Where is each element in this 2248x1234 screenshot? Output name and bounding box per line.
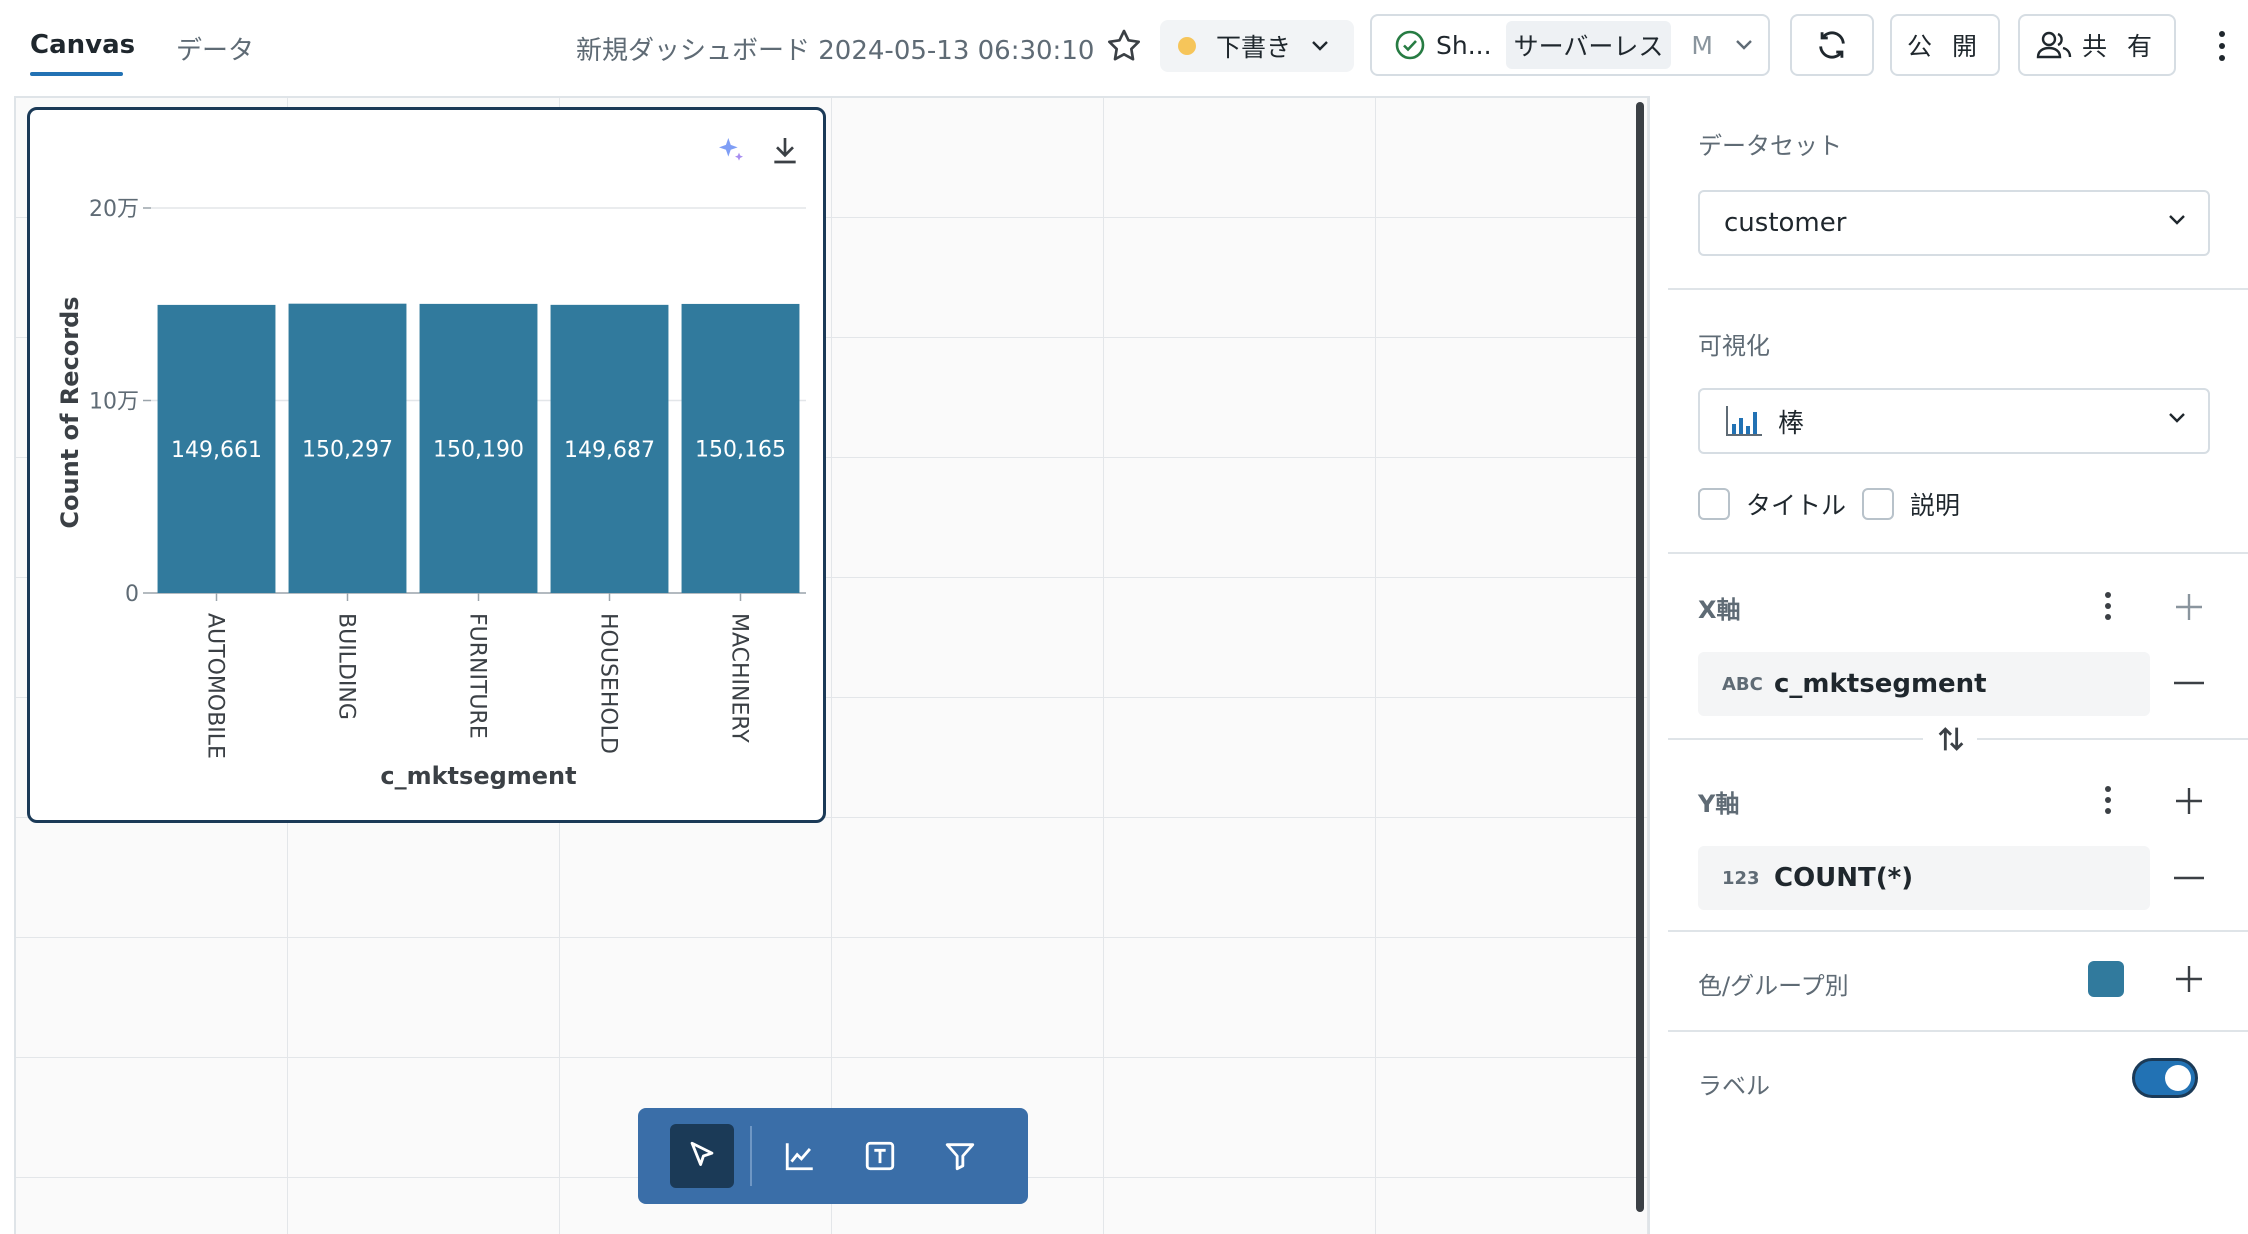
x-axis-field-name: c_mktsegment — [1774, 669, 1987, 699]
users-icon — [2036, 31, 2072, 59]
chevron-down-icon — [2169, 215, 2185, 225]
draft-status-label: 下書き — [1216, 33, 1292, 62]
label-toggle-label: ラベル — [1698, 1072, 1770, 1100]
checkbox-box[interactable] — [1862, 488, 1894, 520]
publish-button[interactable]: 公 開 — [1890, 14, 2000, 76]
description-checkbox-label: 説明 — [1910, 491, 1961, 520]
y-axis-field-name: COUNT(*) — [1774, 863, 1914, 893]
add-x-field-icon[interactable] — [2174, 592, 2204, 622]
cursor-icon — [690, 1141, 714, 1166]
share-label: 共 有 — [2082, 32, 2158, 61]
bar-chart: 0 10万 20万 149,661 AUTOMOBILE 150,297 BUILDING 1… — [56, 197, 806, 790]
canvas-toolbar — [638, 1108, 1028, 1204]
select-tool-button[interactable] — [670, 1124, 734, 1188]
more-options-icon[interactable] — [2212, 28, 2232, 64]
add-y-field-icon[interactable] — [2174, 786, 2204, 816]
bar-data-label: 149,687 — [564, 438, 655, 463]
checkbox-box[interactable] — [1698, 488, 1730, 520]
add-color-group-icon[interactable] — [2174, 964, 2204, 994]
dataset-label: データセット — [1698, 132, 1842, 160]
top-bar: Canvas データ 新規ダッシュボード 2024-05-13 06:30:10… — [0, 0, 2248, 94]
toolbar-separator — [750, 1126, 752, 1186]
remove-x-field-icon[interactable] — [2174, 681, 2204, 685]
compute-selector[interactable]: Sh... サーバーレス M — [1370, 14, 1770, 76]
add-filter-button[interactable] — [928, 1124, 992, 1188]
tab-canvas[interactable]: Canvas — [30, 30, 135, 60]
y-axis-field[interactable]: 123 COUNT(*) — [1698, 846, 2150, 910]
title-checkbox[interactable]: タイトル — [1698, 486, 1846, 522]
y-axis-label: Y軸 — [1698, 790, 1740, 818]
tab-data[interactable]: データ — [176, 30, 254, 67]
filter-icon — [945, 1143, 975, 1171]
toggle-knob — [2165, 1065, 2191, 1091]
bar-data-label: 150,297 — [302, 437, 393, 462]
compute-name: Sh... — [1436, 30, 1492, 60]
star-icon[interactable] — [1104, 26, 1144, 66]
divider — [1668, 288, 2248, 290]
x-tick-label: BUILDING — [334, 613, 359, 720]
number-type-icon: 123 — [1722, 867, 1760, 889]
draft-status-dropdown[interactable]: 下書き — [1160, 20, 1354, 72]
check-circle-icon — [1395, 30, 1425, 60]
y-tick-label: 10万 — [89, 390, 139, 415]
chevron-down-icon — [2169, 413, 2185, 423]
title-checkbox-label: タイトル — [1746, 491, 1847, 520]
dashboard-title[interactable]: 新規ダッシュボード 2024-05-13 06:30:10 — [576, 30, 1094, 67]
y-axis-more-icon[interactable] — [2102, 784, 2114, 816]
x-axis-title: c_mktsegment — [380, 762, 576, 790]
divider — [1668, 930, 2248, 932]
bar-chart-icon — [1726, 406, 1762, 436]
text-box-icon — [865, 1141, 895, 1171]
divider — [1668, 738, 1923, 740]
x-axis-label: X軸 — [1698, 596, 1741, 624]
line-chart-icon — [785, 1143, 813, 1171]
text-type-icon: ABC — [1722, 673, 1763, 695]
color-group-label: 色/グループ別 — [1698, 972, 1849, 1000]
canvas-scrollbar[interactable] — [1636, 102, 1644, 1212]
divider — [1668, 1030, 2248, 1032]
dataset-value: customer — [1724, 208, 1847, 238]
x-axis-field[interactable]: ABC c_mktsegment — [1698, 652, 2150, 716]
dataset-select[interactable]: customer — [1698, 190, 2210, 256]
active-tab-indicator — [30, 72, 123, 76]
x-axis-more-icon[interactable] — [2102, 590, 2114, 622]
share-button[interactable]: 共 有 — [2018, 14, 2176, 76]
y-axis-title: Count of Records — [56, 296, 84, 528]
bar-data-label: 149,661 — [171, 438, 262, 463]
x-tick-label: MACHINERY — [727, 613, 752, 743]
divider — [1668, 552, 2248, 554]
color-swatch[interactable] — [2088, 961, 2124, 997]
description-checkbox[interactable]: 説明 — [1862, 486, 1960, 522]
visualization-select[interactable]: 棒 — [1698, 388, 2210, 454]
visualization-value: 棒 — [1778, 408, 1805, 439]
y-tick-label: 20万 — [89, 197, 139, 222]
swap-axes-icon[interactable] — [1934, 722, 1968, 756]
label-toggle[interactable] — [2132, 1058, 2198, 1098]
compute-size: M — [1691, 30, 1713, 60]
bar-data-label: 150,190 — [433, 437, 524, 462]
x-tick-label: HOUSEHOLD — [596, 613, 621, 754]
widget-config-panel: データセット customer 可視化 棒 タイトル 説明 X軸 ABC c_m… — [1652, 96, 2248, 1234]
chevron-down-icon — [1312, 41, 1328, 51]
add-text-box-button[interactable] — [848, 1124, 912, 1188]
bar-chart-widget[interactable]: 0 10万 20万 149,661 AUTOMOBILE 150,297 BUILDING 1… — [27, 107, 826, 823]
draft-status-dot — [1178, 37, 1196, 55]
x-tick-label: FURNITURE — [465, 613, 490, 739]
visualization-label: 可視化 — [1698, 332, 1770, 360]
add-visualization-button[interactable] — [768, 1124, 832, 1188]
remove-y-field-icon[interactable] — [2174, 876, 2204, 880]
refresh-icon — [1819, 31, 1845, 59]
divider — [1977, 738, 2248, 740]
y-tick-label: 0 — [125, 582, 139, 607]
refresh-button[interactable] — [1790, 14, 1874, 76]
x-tick-label: AUTOMOBILE — [203, 613, 228, 759]
compute-type-tag: サーバーレス — [1505, 21, 1672, 69]
chevron-down-icon — [1736, 40, 1752, 50]
bar-data-label: 150,165 — [695, 437, 786, 462]
